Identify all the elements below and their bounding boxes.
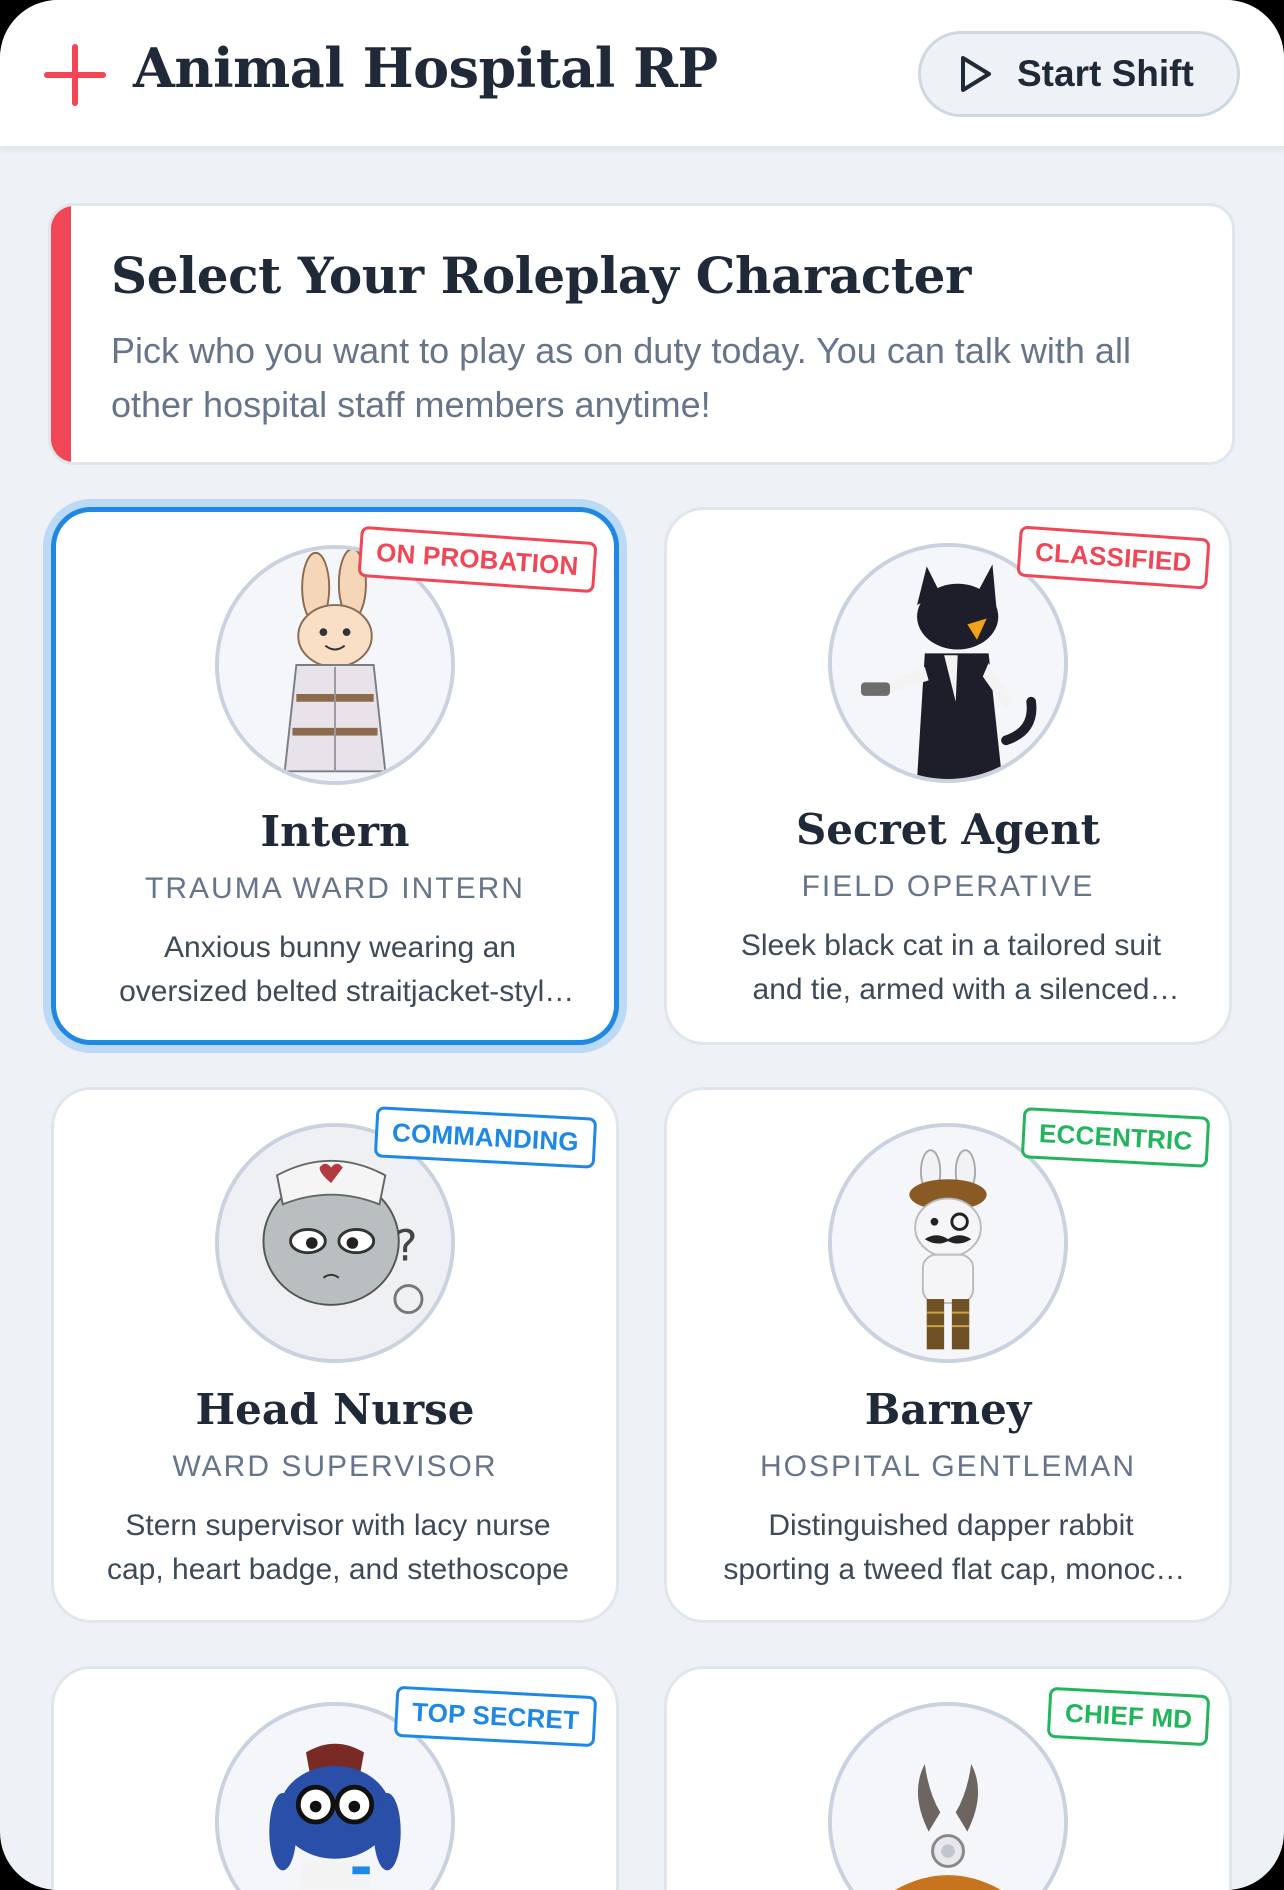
- status-badge: ECCENTRIC: [1020, 1107, 1211, 1168]
- character-card-chief-md[interactable]: CHIEF MD: [664, 1666, 1232, 1890]
- intro-card: Select Your Roleplay Character Pick who …: [48, 203, 1235, 465]
- character-name: Head Nurse: [195, 1385, 475, 1434]
- character-card-top-secret[interactable]: TOP SECRET: [51, 1666, 619, 1890]
- status-badge: TOP SECRET: [393, 1685, 598, 1748]
- svg-text:?: ?: [395, 1222, 418, 1271]
- character-card-barney[interactable]: Barney HOSPITAL GENTLEMAN Distinguished …: [664, 1087, 1232, 1623]
- app-title: Animal Hospital RP: [133, 36, 718, 100]
- medical-plus-icon: [44, 44, 106, 106]
- character-name: Secret Agent: [795, 805, 1101, 854]
- character-card-intern[interactable]: Intern TRAUMA WARD INTERN Anxious bunny …: [51, 507, 619, 1045]
- play-icon: [959, 55, 993, 93]
- cat-avatar-icon: [828, 543, 1068, 783]
- character-name: Intern: [260, 807, 410, 856]
- start-shift-label: Start Shift: [1017, 53, 1194, 94]
- status-badge: CHIEF MD: [1046, 1686, 1211, 1747]
- character-description: Stern supervisor with lacy nurse cap, he…: [106, 1509, 569, 1586]
- intro-title: Select Your Roleplay Character: [111, 246, 971, 305]
- character-description: Anxious bunny wearing an oversized belte…: [119, 931, 561, 1008]
- character-role: HOSPITAL GENTLEMAN: [759, 1450, 1137, 1483]
- rabbit-avatar-icon: [828, 1123, 1068, 1363]
- intro-text: Pick who you want to play as on duty tod…: [111, 330, 1131, 425]
- character-description: Sleek black cat in a tailored suit and t…: [740, 929, 1162, 1006]
- start-shift-button[interactable]: Start Shift: [918, 31, 1240, 117]
- status-badge: CLASSIFIED: [1016, 525, 1211, 590]
- character-card-head-nurse[interactable]: ? Head Nurse WARD SUPERVISOR Stern super…: [51, 1087, 619, 1623]
- app-header: Animal Hospital RP Start Shift: [0, 0, 1284, 148]
- character-name: Barney: [864, 1385, 1032, 1434]
- character-card-secret-agent[interactable]: Secret Agent FIELD OPERATIVE Sleek black…: [664, 507, 1232, 1045]
- antler-avatar-icon: [828, 1702, 1068, 1890]
- app-screen: Animal Hospital RP Start Shift Select Yo…: [0, 0, 1284, 1890]
- character-role: WARD SUPERVISOR: [172, 1450, 498, 1483]
- character-role: TRAUMA WARD INTERN: [145, 872, 525, 905]
- character-description: Distinguished dapper rabbit sporting a t…: [723, 1509, 1179, 1586]
- intro-accent-bar: [51, 206, 71, 462]
- character-role: FIELD OPERATIVE: [801, 870, 1095, 903]
